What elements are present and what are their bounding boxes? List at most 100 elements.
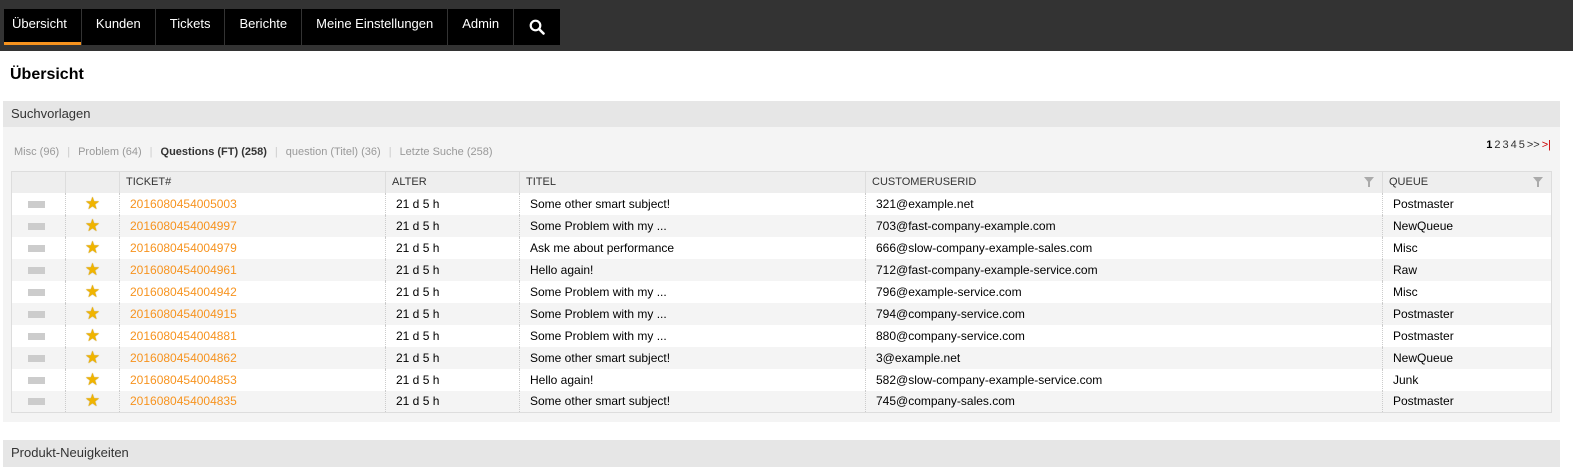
ticket-queue: Postmaster <box>1382 390 1552 413</box>
ticket-number[interactable]: 2016080454004979 <box>119 236 386 259</box>
priority-flag-icon <box>28 376 45 384</box>
filter-link[interactable]: question (Titel) (36) <box>286 146 381 158</box>
ticket-queue: Misc <box>1382 280 1552 303</box>
table-row[interactable]: ★ 2016080454004942 21 d 5 h Some Problem… <box>11 280 1552 303</box>
search-button[interactable] <box>514 9 562 45</box>
ticket-number[interactable]: 2016080454004853 <box>119 368 386 391</box>
star-icon[interactable]: ★ <box>66 326 119 346</box>
table-row[interactable]: ★ 2016080454004835 21 d 5 h Some other s… <box>11 390 1552 413</box>
section-header-suchvorlagen[interactable]: Suchvorlagen <box>3 101 1560 127</box>
ticket-queue: Junk <box>1382 368 1552 391</box>
ticket-customer: 880@company-service.com <box>865 324 1383 347</box>
ticket-number[interactable]: 2016080454004942 <box>119 280 386 303</box>
ticket-number[interactable]: 2016080454004997 <box>119 214 386 237</box>
ticket-customer: 745@company-sales.com <box>865 390 1383 413</box>
star-cell: ★ <box>65 280 120 303</box>
ticket-number[interactable]: 2016080454004862 <box>119 346 386 369</box>
page-link[interactable]: 4 <box>1511 139 1517 151</box>
star-icon[interactable]: ★ <box>66 282 119 302</box>
ticket-customer: 582@slow-company-example-service.com <box>865 368 1383 391</box>
ticket-queue: Postmaster <box>1382 192 1552 215</box>
star-icon[interactable]: ★ <box>66 348 119 368</box>
filter-icon[interactable] <box>1364 177 1374 187</box>
nav-admin[interactable]: Admin <box>448 9 515 45</box>
col-label: CUSTOMERUSERID <box>872 176 977 189</box>
filter-link[interactable]: Problem (64) <box>78 146 142 158</box>
table-row[interactable]: ★ 2016080454005003 21 d 5 h Some other s… <box>11 192 1552 215</box>
ticket-title: Some Problem with my ... <box>519 280 866 303</box>
ticket-title: Some Problem with my ... <box>519 302 866 325</box>
ticket-number[interactable]: 2016080454004961 <box>119 258 386 281</box>
star-cell: ★ <box>65 258 120 281</box>
star-icon[interactable]: ★ <box>66 238 119 258</box>
star-icon[interactable]: ★ <box>66 216 119 236</box>
ticket-number[interactable]: 2016080454004881 <box>119 324 386 347</box>
star-icon[interactable]: ★ <box>66 304 119 324</box>
ticket-queue: Raw <box>1382 258 1552 281</box>
flag-cell <box>11 324 66 347</box>
priority-flag-icon <box>28 288 45 296</box>
col-queue[interactable]: QUEUE <box>1382 171 1552 193</box>
ticket-link[interactable]: 2016080454004881 <box>130 329 237 343</box>
separator: | <box>388 146 392 158</box>
col-flag <box>11 171 66 193</box>
col-customeruserid[interactable]: CUSTOMERUSERID <box>865 171 1383 193</box>
table-row[interactable]: ★ 2016080454004862 21 d 5 h Some other s… <box>11 346 1552 369</box>
filter-link[interactable]: Questions (FT) (258) <box>161 146 267 158</box>
col-ticket[interactable]: TICKET# <box>119 171 386 193</box>
page-link[interactable]: 3 <box>1502 139 1508 151</box>
page-title: Übersicht <box>10 66 84 83</box>
page-link[interactable]: 5 <box>1519 139 1525 151</box>
nav-tickets[interactable]: Tickets <box>156 9 226 45</box>
star-icon[interactable]: ★ <box>66 194 119 214</box>
table-row[interactable]: ★ 2016080454004915 21 d 5 h Some Problem… <box>11 302 1552 325</box>
ticket-customer: 3@example.net <box>865 346 1383 369</box>
table-row[interactable]: ★ 2016080454004979 21 d 5 h Ask me about… <box>11 236 1552 259</box>
page-next-link[interactable]: >> <box>1527 139 1540 151</box>
table-row[interactable]: ★ 2016080454004961 21 d 5 h Hello again!… <box>11 258 1552 281</box>
flag-cell <box>11 192 66 215</box>
ticket-link[interactable]: 2016080454004835 <box>130 394 237 408</box>
ticket-link[interactable]: 2016080454005003 <box>130 197 237 211</box>
ticket-link[interactable]: 2016080454004979 <box>130 241 237 255</box>
filter-link[interactable]: Letzte Suche (258) <box>400 146 493 158</box>
star-icon[interactable]: ★ <box>66 370 119 390</box>
ticket-number[interactable]: 2016080454004835 <box>119 390 386 413</box>
ticket-title: Some other smart subject! <box>519 346 866 369</box>
ticket-link[interactable]: 2016080454004862 <box>130 351 237 365</box>
star-icon[interactable]: ★ <box>66 260 119 280</box>
ticket-title: Some Problem with my ... <box>519 214 866 237</box>
ticket-title: Hello again! <box>519 258 866 281</box>
section-header-produkt-neuigkeiten[interactable]: Produkt-Neuigkeiten <box>3 440 1560 467</box>
nav-uebersicht[interactable]: Übersicht <box>4 9 82 45</box>
ticket-link[interactable]: 2016080454004997 <box>130 219 237 233</box>
page-link[interactable]: 2 <box>1494 139 1500 151</box>
ticket-title: Some Problem with my ... <box>519 324 866 347</box>
ticket-link[interactable]: 2016080454004853 <box>130 373 237 387</box>
ticket-link[interactable]: 2016080454004961 <box>130 263 237 277</box>
flag-cell <box>11 214 66 237</box>
col-title[interactable]: TITEL <box>519 171 866 193</box>
star-icon[interactable]: ★ <box>66 391 119 411</box>
ticket-link[interactable]: 2016080454004915 <box>130 307 237 321</box>
ticket-number[interactable]: 2016080454004915 <box>119 302 386 325</box>
table-row[interactable]: ★ 2016080454004881 21 d 5 h Some Problem… <box>11 324 1552 347</box>
ticket-age: 21 d 5 h <box>385 346 520 369</box>
priority-flag-icon <box>28 332 45 340</box>
nav-meine-einstellungen[interactable]: Meine Einstellungen <box>302 9 449 45</box>
ticket-link[interactable]: 2016080454004942 <box>130 285 237 299</box>
col-age[interactable]: ALTER <box>385 171 520 193</box>
ticket-number[interactable]: 2016080454005003 <box>119 192 386 215</box>
filter-icon[interactable] <box>1533 177 1543 187</box>
search-template-filters: Misc (96) | Problem (64) | Questions (FT) (2… <box>14 146 493 158</box>
page-link[interactable]: 1 <box>1486 139 1492 151</box>
filter-link[interactable]: Misc (96) <box>14 146 59 158</box>
priority-flag-icon <box>28 354 45 362</box>
nav-berichte[interactable]: Berichte <box>225 9 303 45</box>
page-last-link[interactable]: >| <box>1542 139 1551 151</box>
ticket-title: Ask me about performance <box>519 236 866 259</box>
table-row[interactable]: ★ 2016080454004853 21 d 5 h Hello again!… <box>11 368 1552 391</box>
nav-kunden[interactable]: Kunden <box>82 9 156 45</box>
priority-flag-icon <box>28 310 45 318</box>
table-row[interactable]: ★ 2016080454004997 21 d 5 h Some Problem… <box>11 214 1552 237</box>
